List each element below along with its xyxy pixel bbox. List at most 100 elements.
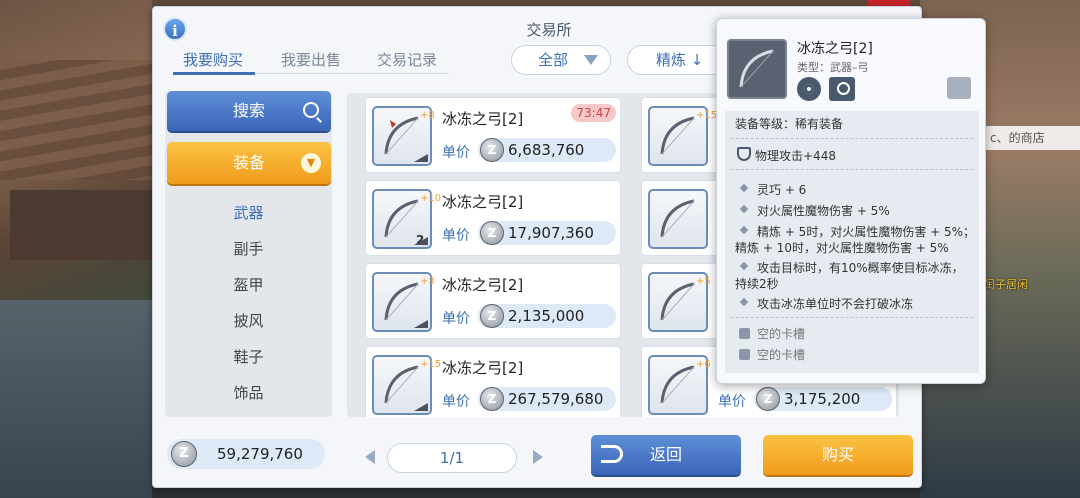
next-page-icon[interactable]: [533, 450, 543, 464]
effect-line: 攻击目标时，有10%概率使目标冰冻，: [757, 261, 964, 275]
refine-level: +10: [420, 193, 442, 204]
bow-item-icon: +8: [372, 106, 435, 166]
listing-price: 17,907,360: [508, 224, 594, 242]
category-accessory[interactable]: 饰品: [165, 382, 332, 403]
refine-level: +3: [420, 276, 435, 287]
category-filter-dropdown[interactable]: 全部: [511, 45, 611, 75]
effect-line: 精炼 + 10时，对火属性魔物伤害 + 5%: [735, 241, 949, 255]
npc-name-label: 闰子居闲: [984, 278, 1028, 291]
price-label: 单价: [442, 145, 470, 161]
tab-buy[interactable]: 我要购买: [183, 49, 243, 70]
zeny-balance: 59,279,760: [217, 445, 303, 463]
background-roof: [0, 60, 152, 180]
search-icon: [303, 102, 319, 118]
listing-timer: 73:47: [571, 104, 616, 122]
equipment-grade: 装备等级：稀有装备: [735, 117, 844, 131]
listing-name: 冰冻之弓[2]: [442, 359, 524, 377]
effect-line: 攻击冰冻单位时不会打破冰冻: [757, 297, 914, 311]
bow-item-icon: +15: [648, 106, 717, 166]
back-label: 返回: [649, 445, 682, 464]
listing-name: 冰冻之弓[2]: [442, 276, 524, 294]
search-button[interactable]: 搜索: [167, 91, 331, 131]
item-tooltip: 冰冻之弓[2] 类型：武器–弓 装备等级：稀有装备 物理攻击+448 灵巧 + …: [716, 18, 986, 384]
tab-sell[interactable]: 我要出售: [281, 49, 341, 70]
item-lookup-icon[interactable]: [829, 77, 855, 101]
divider: [731, 138, 973, 139]
divider: [731, 169, 973, 170]
return-icon: [601, 445, 623, 463]
listing-card[interactable]: +3 冰冻之弓[2] 单价 Z 2,135,000: [365, 263, 621, 339]
page-indicator: 1/1: [387, 443, 517, 473]
buy-button[interactable]: 购买: [763, 435, 913, 475]
zeny-coin-icon: Z: [480, 138, 504, 162]
player-shop-label[interactable]: c、的商店: [984, 126, 1080, 150]
dropdown-arrow-icon: [584, 55, 598, 65]
category-offhand[interactable]: 副手: [165, 238, 332, 259]
price-label: 单价: [442, 311, 470, 327]
category-cloak[interactable]: 披风: [165, 310, 332, 331]
preview-eye-icon[interactable]: [797, 77, 821, 101]
refine-level: +6: [696, 359, 711, 370]
background-floor: [0, 300, 152, 498]
listing-name: 冰冻之弓[2]: [442, 110, 524, 128]
refine-level: +15: [696, 110, 718, 121]
effect-line: 持续2秒: [735, 277, 779, 291]
background-wall: [10, 190, 152, 260]
price-label: 单价: [718, 394, 746, 410]
price-label: 单价: [442, 394, 470, 410]
effect-line: 精炼 + 5时，对火属性魔物伤害 + 5%；: [757, 225, 976, 239]
listing-card[interactable]: +10 2 冰冻之弓[2] 单价 Z 17,907,360: [365, 180, 621, 256]
equipment-category-button[interactable]: 装备 ▼: [167, 142, 331, 184]
back-button[interactable]: 返回: [591, 435, 741, 475]
tooltip-item-type: 类型：武器–弓: [797, 61, 869, 74]
refine-level: +5: [696, 276, 711, 287]
category-shoes[interactable]: 鞋子: [165, 346, 332, 367]
bow-item-icon: +5: [648, 272, 711, 332]
price-label: 单价: [442, 228, 470, 244]
empty-card-slot: 空的卡槽: [757, 348, 806, 362]
listing-price: 6,683,760: [508, 141, 585, 159]
search-label: 搜索: [232, 101, 265, 120]
bow-item-icon: [648, 189, 708, 249]
bow-item-icon: +6: [648, 355, 711, 415]
active-tab-indicator: [173, 72, 255, 75]
physical-attack: 物理攻击+448: [755, 149, 836, 163]
chevron-down-icon: ▼: [301, 153, 321, 173]
equipment-label: 装备: [232, 153, 265, 172]
prev-page-icon[interactable]: [365, 450, 375, 464]
zeny-coin-icon: Z: [480, 387, 504, 411]
game-background-left: [0, 0, 152, 498]
bow-item-icon: +10 2: [372, 189, 441, 249]
zeny-coin-icon: Z: [480, 221, 504, 245]
zeny-coin-icon: Z: [480, 304, 504, 328]
listing-price: 267,579,680: [508, 390, 604, 408]
listing-card[interactable]: +8 冰冻之弓[2] 73:47 单价 Z 6,683,760: [365, 97, 621, 173]
bow-item-icon: [727, 39, 787, 99]
listing-price: 2,135,000: [508, 307, 585, 325]
listing-price: 3,175,200: [784, 390, 861, 408]
empty-card-slot: 空的卡槽: [757, 327, 806, 341]
inbox-tray-icon[interactable]: [947, 77, 971, 99]
bow-item-icon: +3: [372, 272, 435, 332]
tab-history[interactable]: 交易记录: [377, 49, 437, 70]
zeny-coin-icon: Z: [756, 387, 780, 411]
listing-card[interactable]: +15 冰冻之弓[2] 单价 Z 267,579,680: [365, 346, 621, 417]
pagination: 1/1: [361, 443, 547, 473]
effect-line: 对火属性魔物伤害 + 5%: [757, 204, 890, 218]
listing-name: 冰冻之弓[2]: [442, 193, 524, 211]
bow-item-icon: +15: [372, 355, 441, 415]
divider: [731, 317, 973, 318]
refine-level: +15: [420, 359, 442, 370]
buy-label: 购买: [821, 445, 854, 464]
category-armor[interactable]: 盔甲: [165, 274, 332, 295]
card-slot-icon: [739, 328, 750, 339]
category-filter-value: 全部: [538, 51, 569, 69]
category-weapon[interactable]: 武器: [165, 202, 332, 223]
zeny-coin-icon: Z: [171, 441, 197, 467]
shield-icon: [737, 147, 751, 161]
tooltip-item-name: 冰冻之弓[2]: [797, 41, 873, 57]
refine-sort-label: 精炼 ↓: [656, 51, 704, 69]
effect-line: 灵巧 + 6: [757, 183, 807, 197]
card-slot-icon: [739, 349, 750, 360]
refine-level: +8: [420, 110, 435, 121]
